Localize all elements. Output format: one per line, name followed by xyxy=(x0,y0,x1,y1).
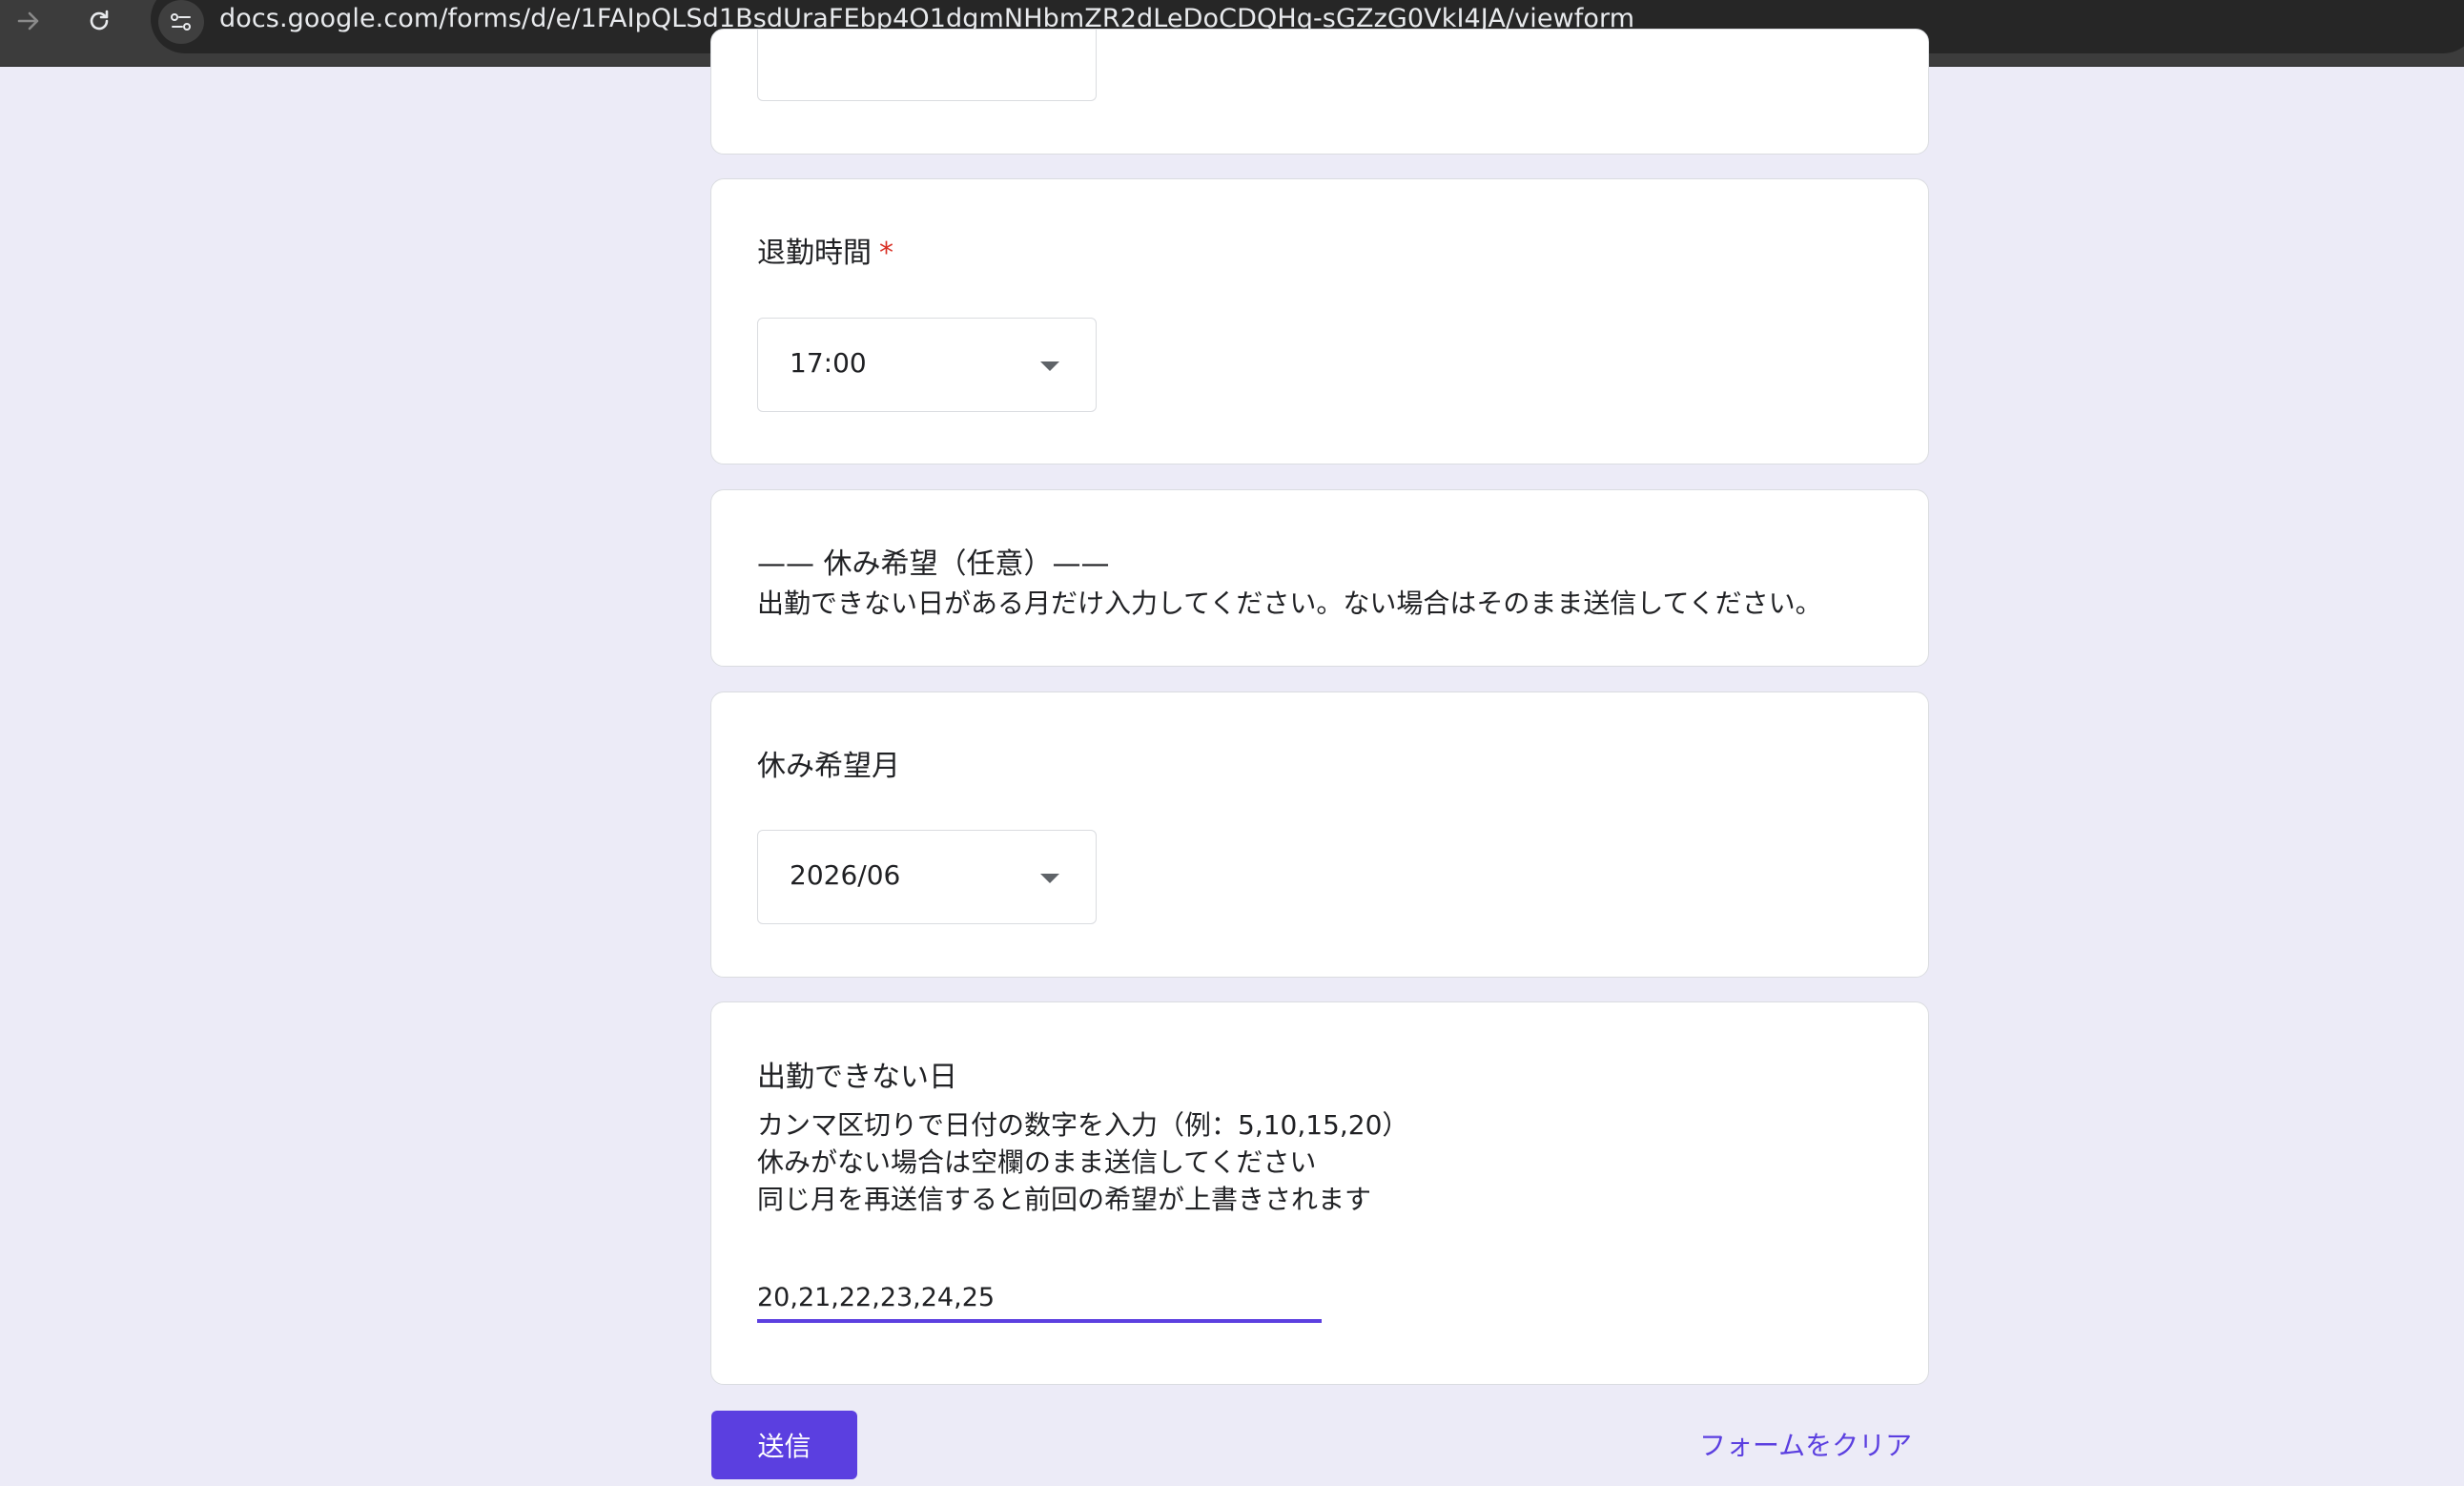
forward-icon[interactable] xyxy=(8,0,50,42)
clear-form-link[interactable]: フォームをクリア xyxy=(1699,1425,1912,1463)
end-time-question-card: 退勤時間 * 17:00 xyxy=(710,178,1929,464)
previous-select[interactable] xyxy=(757,30,1097,101)
question-description-line: 同じ月を再送信すると前回の希望が上書きされます xyxy=(757,1184,1372,1215)
question-description-line: カンマ区切りで日付の数字を入力（例：5,10,15,20） xyxy=(757,1109,1409,1141)
question-title: 出勤できない日 xyxy=(757,1061,957,1094)
leave-month-select[interactable]: 2026/06 xyxy=(757,830,1097,924)
dropdown-arrow-icon xyxy=(1040,874,1059,883)
dropdown-arrow-icon xyxy=(1040,361,1059,371)
question-title: 休み希望月 xyxy=(757,750,900,783)
question-title: 退勤時間 * xyxy=(757,229,893,271)
end-time-select[interactable]: 17:00 xyxy=(757,318,1097,412)
site-settings-icon[interactable] xyxy=(158,0,204,44)
unavailable-days-input[interactable] xyxy=(757,1275,1322,1323)
section-title: —— 休み希望（任意）—— xyxy=(757,547,1110,581)
select-value: 2026/06 xyxy=(790,859,901,891)
reload-icon[interactable] xyxy=(78,0,120,42)
submit-button[interactable]: 送信 xyxy=(711,1411,857,1479)
select-value: 17:00 xyxy=(790,347,867,379)
question-title-text: 退勤時間 xyxy=(757,237,872,270)
unavailable-days-question-card: 出勤できない日 カンマ区切りで日付の数字を入力（例：5,10,15,20） 休み… xyxy=(710,1001,1929,1385)
leave-month-question-card: 休み希望月 2026/06 xyxy=(710,691,1929,978)
section-description: 出勤できない日がある月だけ入力してください。ない場合はそのまま送信してください。 xyxy=(757,588,1822,619)
leave-section-card: —— 休み希望（任意）—— 出勤できない日がある月だけ入力してください。ない場合… xyxy=(710,489,1929,667)
question-description-line: 休みがない場合は空欄のまま送信してください xyxy=(757,1146,1317,1178)
previous-question-card xyxy=(710,29,1929,155)
required-mark: * xyxy=(879,237,893,270)
